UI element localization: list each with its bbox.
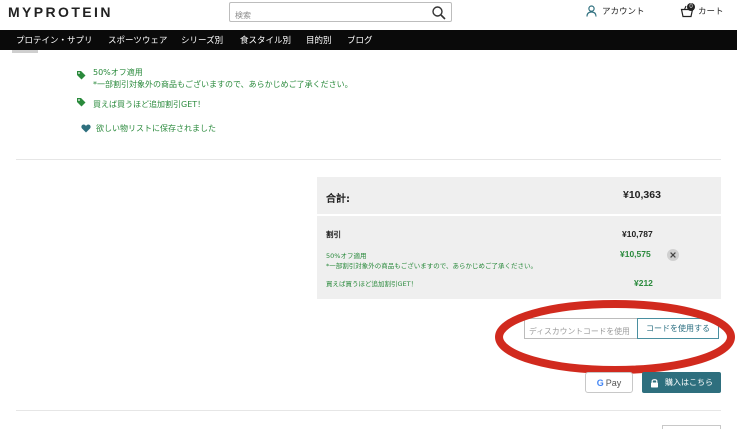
- cart-count-badge: 0: [687, 3, 695, 11]
- nav-item-diet-style[interactable]: 食スタイル別: [240, 34, 291, 46]
- search-input[interactable]: [230, 6, 420, 25]
- bulk-line-label: 買えば買うほど追加割引GET！: [326, 280, 418, 288]
- summary-divider: [317, 214, 721, 216]
- nav-item-series[interactable]: シリーズ別: [181, 34, 223, 46]
- user-icon: [586, 5, 597, 17]
- search-box[interactable]: [229, 2, 452, 25]
- partial-element-edge: [662, 425, 721, 429]
- section-divider: [16, 159, 721, 160]
- promo-line-note: *一部割引対象外の商品もございますので、あらかじめご了承ください。: [326, 262, 537, 270]
- google-g-icon: G: [596, 377, 604, 388]
- heart-icon: [81, 124, 91, 133]
- total-row: 合計: ¥10,363: [317, 177, 721, 214]
- nav-item-protein-supplements[interactable]: プロテイン・サプリ: [16, 34, 93, 46]
- brand-logo[interactable]: MYPROTEIN: [8, 4, 113, 20]
- cart-link[interactable]: 0 カート: [680, 3, 724, 18]
- tag-icon: [77, 98, 86, 107]
- promo-title: 50%オフ適用: [93, 68, 143, 77]
- main-nav: プロテイン・サプリ スポーツウェア シリーズ別 食スタイル別 目的別 ブログ: [0, 30, 737, 50]
- bulk-discount-value: ¥212: [634, 278, 653, 288]
- remove-promo-button[interactable]: [667, 249, 679, 261]
- partial-element-edge: [12, 50, 38, 53]
- total-value: ¥10,363: [623, 189, 661, 201]
- discount-label: 割引: [326, 230, 341, 239]
- nav-item-blog[interactable]: ブログ: [347, 34, 373, 46]
- nav-item-sportswear[interactable]: スポーツウェア: [108, 34, 167, 46]
- promo-note: *一部割引対象外の商品もございますので、あらかじめご了承ください。: [93, 80, 353, 89]
- checkout-label: 購入はこちら: [665, 378, 713, 387]
- lock-icon: [651, 378, 658, 387]
- nav-item-goal[interactable]: 目的別: [306, 34, 332, 46]
- account-link[interactable]: アカウント: [586, 5, 645, 17]
- red-highlight-circle: [495, 300, 735, 374]
- google-pay-button[interactable]: G Pay: [585, 372, 633, 393]
- promo-line-title: 50%オフ適用: [326, 252, 367, 260]
- section-divider: [16, 410, 721, 411]
- bulk-offer-text: 買えば買うほど追加割引GET！: [93, 100, 206, 109]
- order-summary: 合計: ¥10,363 割引 ¥10,787 50%オフ適用 *一部割引対象外の…: [317, 177, 721, 299]
- tag-icon: [77, 71, 86, 80]
- wishlist-saved-text: 欲しい物リストに保存されました: [96, 124, 216, 133]
- search-icon[interactable]: [431, 5, 447, 21]
- account-label: アカウント: [602, 7, 645, 17]
- promo-discount-value: ¥10,575: [620, 249, 651, 259]
- total-label: 合計:: [326, 194, 350, 205]
- checkout-button[interactable]: 購入はこちら: [642, 372, 721, 393]
- discount-value: ¥10,787: [622, 229, 653, 239]
- cart-label: カート: [698, 7, 724, 17]
- gpay-label: Pay: [605, 377, 622, 388]
